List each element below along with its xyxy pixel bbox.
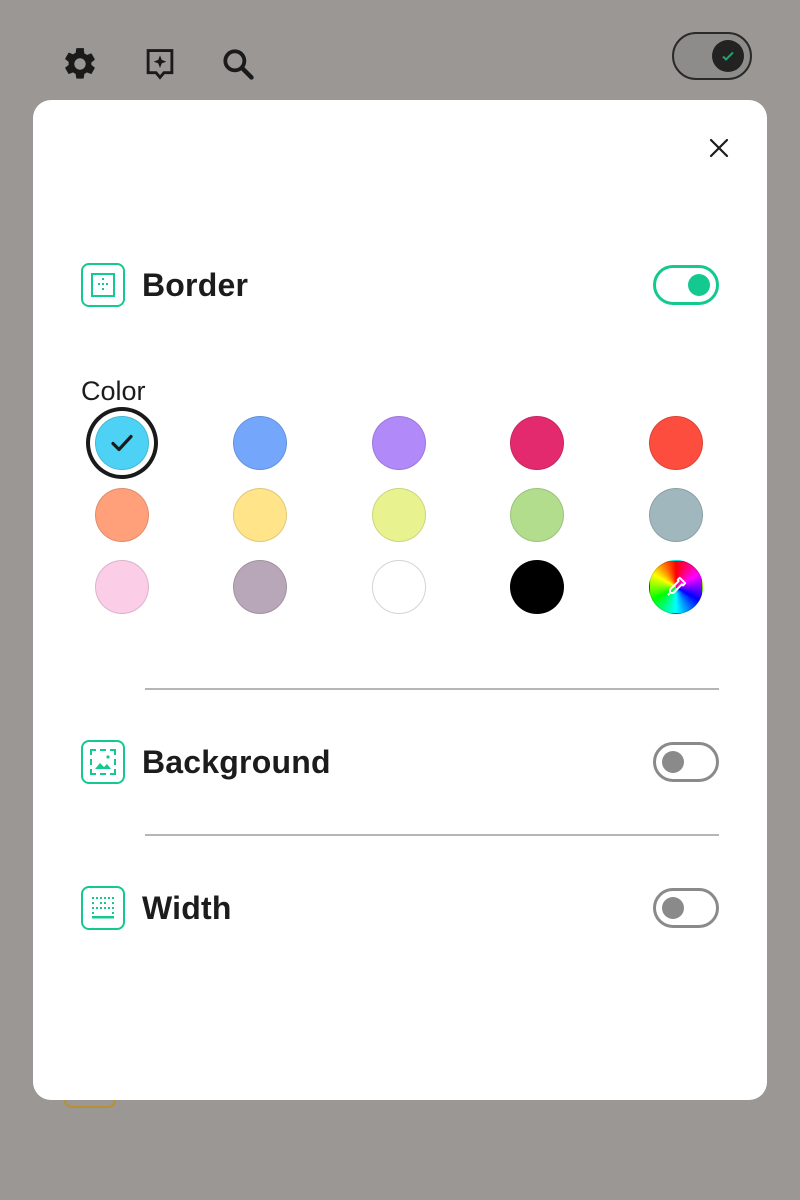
color-swatch[interactable] bbox=[372, 416, 426, 470]
search-icon[interactable] bbox=[218, 44, 258, 84]
color-swatch[interactable] bbox=[95, 488, 149, 542]
border-toggle[interactable] bbox=[653, 265, 719, 305]
color-swatch[interactable] bbox=[95, 560, 149, 614]
width-title: Width bbox=[142, 889, 232, 926]
check-icon bbox=[111, 434, 133, 452]
eyedropper-icon bbox=[667, 576, 687, 596]
border-title: Border bbox=[142, 266, 249, 303]
color-swatch[interactable] bbox=[233, 416, 287, 470]
color-swatch[interactable] bbox=[510, 560, 564, 614]
divider bbox=[145, 834, 719, 836]
check-icon bbox=[712, 40, 744, 72]
color-label: Color bbox=[81, 376, 146, 406]
gear-icon[interactable] bbox=[60, 44, 100, 84]
color-swatch[interactable] bbox=[372, 560, 426, 614]
background-title: Background bbox=[142, 743, 331, 780]
border-settings-dialog: Border Color Background Width bbox=[33, 100, 767, 1100]
color-swatch[interactable] bbox=[649, 416, 703, 470]
border-width-icon bbox=[81, 886, 125, 930]
background-section: Background bbox=[81, 740, 719, 784]
close-icon bbox=[709, 138, 729, 158]
color-swatch[interactable] bbox=[233, 560, 287, 614]
color-swatch[interactable] bbox=[649, 488, 703, 542]
color-swatch[interactable] bbox=[372, 488, 426, 542]
background-toggle[interactable] bbox=[653, 742, 719, 782]
divider bbox=[145, 688, 719, 690]
width-toggle[interactable] bbox=[653, 888, 719, 928]
border-section: Border bbox=[81, 263, 719, 307]
background-image-icon bbox=[81, 740, 125, 784]
color-swatch[interactable] bbox=[95, 416, 149, 470]
color-swatch[interactable] bbox=[510, 488, 564, 542]
custom-color-swatch[interactable] bbox=[649, 560, 703, 614]
bookmark-sparkle-icon[interactable] bbox=[140, 44, 180, 84]
color-swatch[interactable] bbox=[510, 416, 564, 470]
border-style-icon bbox=[81, 263, 125, 307]
width-section: Width bbox=[81, 886, 719, 930]
close-button[interactable] bbox=[701, 130, 737, 166]
color-swatch[interactable] bbox=[233, 488, 287, 542]
background-toolbar bbox=[0, 0, 800, 1108]
mode-toggle[interactable] bbox=[672, 32, 752, 80]
